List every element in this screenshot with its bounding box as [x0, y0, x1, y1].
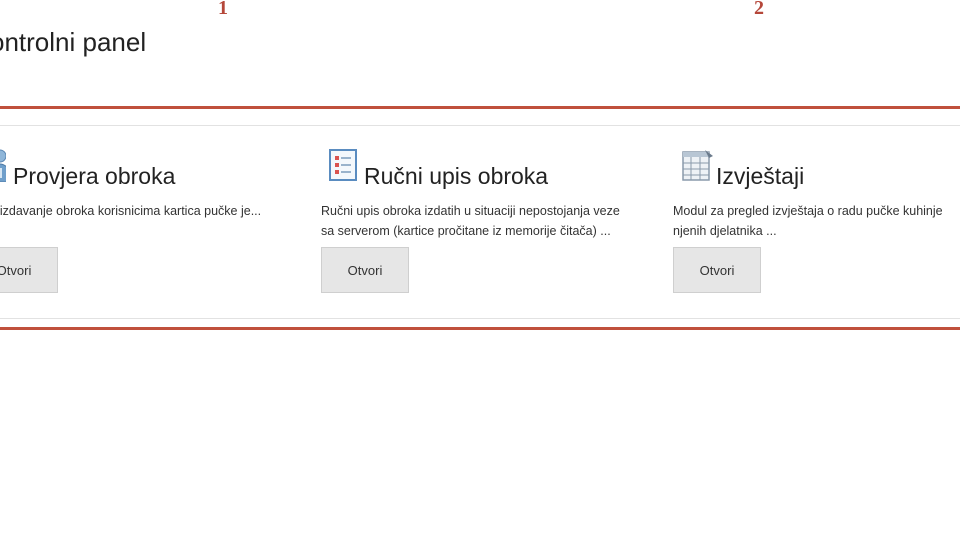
module-card-provjera-obroka: Provjera obroka ul za izdavanje obroka k…: [0, 140, 270, 293]
open-button-provjera-obroka[interactable]: Otvori: [0, 247, 58, 293]
module-card-izvjestaji: Izvještaji Modul za pregled izvještaja o…: [673, 140, 960, 293]
manual-entry-form-icon: [329, 146, 357, 182]
module-heading: Ručni upis obroka: [321, 140, 621, 189]
module-heading: Izvještaji: [673, 140, 960, 189]
annotation-number-2: 2: [754, 0, 764, 19]
report-table-icon: [681, 146, 713, 182]
open-button-rucni-upis-obroka[interactable]: Otvori: [321, 247, 409, 293]
page-title: ontrolni panel: [0, 27, 147, 57]
module-title: Provjera obroka: [13, 163, 176, 189]
module-title: Izvještaji: [716, 163, 805, 189]
annotation-number-1: 1: [218, 0, 228, 19]
module-description: Modul za pregled izvještaja o radu pučke…: [673, 204, 943, 238]
module-description: Ručni upis obroka izdatih u situaciji ne…: [321, 204, 620, 238]
open-button-izvjestaji[interactable]: Otvori: [673, 247, 761, 293]
module-heading: Provjera obroka: [0, 140, 270, 189]
module-title: Ručni upis obroka: [364, 163, 549, 189]
module-description: ul za izdavanje obroka korisnicima karti…: [0, 204, 262, 218]
person-check-icon: [0, 146, 9, 183]
module-card-rucni-upis-obroka: Ručni upis obroka Ručni upis obroka izda…: [321, 140, 621, 293]
